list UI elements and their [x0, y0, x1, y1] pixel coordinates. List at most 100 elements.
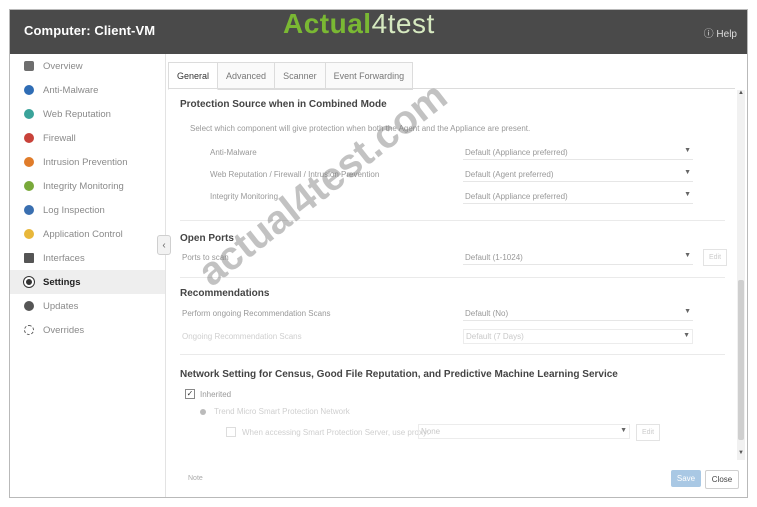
anti-malware-source-value: Default (Appliance preferred)	[465, 147, 568, 157]
content-scrollbar[interactable]	[737, 90, 745, 460]
sidebar-nav: Overview Anti-Malware Web Reputation Fir…	[10, 54, 166, 497]
brand-watermark-light: 4test	[371, 9, 435, 39]
sidebar-item-intrusion-prevention[interactable]: Intrusion Prevention	[10, 150, 165, 174]
sidebar-item-interfaces[interactable]: Interfaces	[10, 246, 165, 270]
sidebar-item-label: Anti-Malware	[43, 84, 99, 96]
computer-details-window: Computer: Client-VM ⓘ Help Actual4test O…	[9, 9, 748, 498]
web-reputation-source-select[interactable]: Default (Agent preferred) ▼	[463, 167, 693, 182]
scan-interval-select[interactable]: Default (7 Days) ▼	[463, 329, 693, 344]
integrity-monitoring-source-value: Default (Appliance preferred)	[465, 191, 568, 201]
proxy-label: When accessing Smart Protection Server, …	[242, 428, 430, 437]
integrity-monitoring-source-select[interactable]: Default (Appliance preferred) ▼	[463, 189, 693, 204]
divider	[180, 220, 725, 221]
intrusion-icon	[24, 157, 34, 167]
sidebar-item-label: Overrides	[43, 324, 85, 336]
save-button[interactable]: Save	[671, 470, 701, 487]
dropdown-arrow-icon: ▼	[684, 147, 691, 154]
sidebar-item-label: Overview	[43, 60, 83, 72]
inherited-label: Inherited	[200, 390, 232, 399]
scan-interval-label: Ongoing Recommendation Scans	[182, 332, 302, 341]
scan-interval-value: Default (7 Days)	[466, 332, 524, 341]
ports-to-scan-select[interactable]: Default (1-1024) ▼	[463, 250, 693, 265]
dropdown-arrow-icon: ▼	[684, 308, 691, 315]
divider	[180, 354, 725, 355]
web-reputation-source-label: Web Reputation / Firewall / Intrusion Pr…	[210, 170, 380, 179]
ongoing-scans-value: Default (No)	[465, 308, 509, 318]
shield-icon	[24, 85, 34, 95]
tab-scanner[interactable]: Scanner	[275, 62, 326, 90]
sidebar-item-anti-malware[interactable]: Anti-Malware	[10, 78, 165, 102]
updates-icon	[24, 301, 34, 311]
dropdown-arrow-icon: ▼	[684, 169, 691, 176]
anti-malware-source-label: Anti-Malware	[210, 148, 257, 157]
open-ports-heading: Open Ports	[180, 233, 234, 244]
dropdown-arrow-icon: ▼	[684, 191, 691, 198]
dropdown-arrow-icon: ▼	[684, 252, 691, 259]
sidebar-item-label: Log Inspection	[43, 204, 105, 216]
ports-to-scan-value: Default (1-1024)	[465, 252, 523, 262]
sidebar-item-label: Integrity Monitoring	[43, 180, 124, 192]
close-button[interactable]: Close	[705, 470, 739, 489]
edit-ports-button[interactable]: Edit	[703, 249, 727, 266]
settings-content: Protection Source when in Combined Mode …	[168, 88, 735, 461]
web-reputation-source-value: Default (Agent preferred)	[465, 169, 554, 179]
recommendations-heading: Recommendations	[180, 288, 270, 299]
tab-bar: General Advanced Scanner Event Forwardin…	[168, 62, 414, 90]
log-icon	[24, 205, 34, 215]
interfaces-icon	[24, 253, 34, 263]
sidebar-item-label: Firewall	[43, 132, 76, 144]
overrides-icon	[24, 325, 34, 335]
sidebar-item-settings[interactable]: Settings	[10, 270, 165, 294]
brand-watermark-main: Actual	[283, 9, 372, 39]
divider	[180, 277, 725, 278]
integrity-icon	[24, 181, 34, 191]
proxy-value: None	[421, 427, 441, 436]
brand-watermark: Actual4test	[283, 9, 435, 40]
firewall-icon	[24, 133, 34, 143]
ongoing-scans-select[interactable]: Default (No) ▼	[463, 306, 693, 321]
proxy-checkbox[interactable]	[226, 427, 236, 437]
tab-general[interactable]: General	[168, 62, 219, 90]
scrollbar-thumb[interactable]	[738, 280, 744, 440]
sidebar-item-label: Intrusion Prevention	[43, 156, 128, 168]
ongoing-scans-label: Perform ongoing Recommendation Scans	[182, 309, 331, 318]
ports-to-scan-label: Ports to scan	[182, 253, 229, 262]
sidebar-item-updates[interactable]: Updates	[10, 294, 165, 318]
chevron-left-icon: ‹	[162, 239, 166, 251]
scroll-down-arrow-icon[interactable]: ▼	[738, 450, 744, 456]
settings-icon	[24, 277, 34, 287]
sidebar-item-label: Settings	[43, 276, 81, 288]
sidebar-item-web-reputation[interactable]: Web Reputation	[10, 102, 165, 126]
spn-radio-label: Trend Micro Smart Protection Network	[214, 407, 350, 416]
sidebar-item-label: Interfaces	[43, 252, 85, 264]
dropdown-arrow-icon: ▼	[620, 427, 627, 434]
proxy-select[interactable]: None ▼	[418, 424, 630, 439]
sidebar-item-firewall[interactable]: Firewall	[10, 126, 165, 150]
dropdown-arrow-icon: ▼	[683, 332, 690, 339]
protection-source-heading: Protection Source when in Combined Mode	[180, 99, 387, 110]
sidebar-item-label: Application Control	[43, 228, 123, 240]
window-title: Computer: Client-VM	[24, 23, 156, 38]
dialog-footer: Note Save Close	[168, 461, 747, 497]
gear-icon	[24, 61, 34, 71]
sidebar-item-overrides[interactable]: Overrides	[10, 318, 165, 342]
sidebar-item-label: Updates	[43, 300, 79, 312]
network-setting-heading: Network Setting for Census, Good File Re…	[180, 369, 618, 380]
globe-icon	[24, 109, 34, 119]
sidebar-item-label: Web Reputation	[43, 108, 111, 120]
protection-source-description: Select which component will give protect…	[190, 124, 531, 133]
sidebar-item-integrity-monitoring[interactable]: Integrity Monitoring	[10, 174, 165, 198]
help-link[interactable]: ⓘ Help	[704, 25, 737, 40]
scroll-up-arrow-icon[interactable]: ▲	[738, 90, 744, 96]
app-control-icon	[24, 229, 34, 239]
anti-malware-source-select[interactable]: Default (Appliance preferred) ▼	[463, 145, 693, 160]
sidebar-item-overview[interactable]: Overview	[10, 54, 165, 78]
spn-radio[interactable]	[200, 409, 206, 415]
tab-advanced[interactable]: Advanced	[218, 62, 276, 90]
footer-note: Note	[188, 475, 203, 482]
edit-proxy-button[interactable]: Edit	[636, 424, 660, 441]
sidebar-item-log-inspection[interactable]: Log Inspection	[10, 198, 165, 222]
inherited-checkbox[interactable]: ✓	[185, 389, 195, 399]
tab-event-forwarding[interactable]: Event Forwarding	[325, 62, 414, 90]
sidebar-item-application-control[interactable]: Application Control	[10, 222, 165, 246]
